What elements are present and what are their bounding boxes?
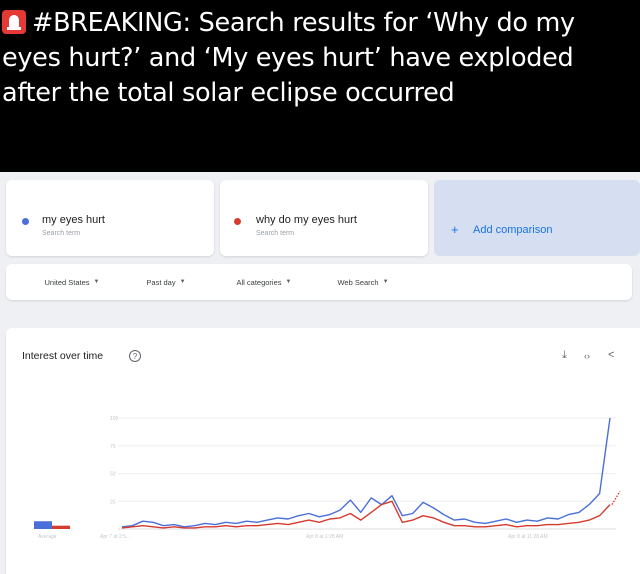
police-siren-icon <box>2 10 26 34</box>
series-line-1 <box>121 417 611 528</box>
y-tick-label: 75 <box>110 444 116 450</box>
interest-chart: 100 75 50 25 Average Apr 7 at 2:5... Apr 8 at … <box>34 416 621 540</box>
average-bar-1 <box>34 521 52 529</box>
x-tick-label: Apr 7 at 2:5... <box>100 534 130 540</box>
average-label: Average <box>38 534 57 540</box>
partial-data-tail <box>611 490 621 505</box>
y-tick-label: 100 <box>110 416 119 422</box>
trends-panel: my eyes hurt Search term why do my eyes … <box>0 172 640 574</box>
y-tick-label: 25 <box>110 499 116 505</box>
y-tick-label: 50 <box>110 472 116 478</box>
hashtag[interactable]: #BREAKING <box>32 8 183 38</box>
x-tick-label: Apr 8 at 1:28 AM <box>306 534 343 540</box>
average-bar-2 <box>52 525 70 529</box>
post-headline: #BREAKING: Search results for ‘Why do my… <box>2 6 638 111</box>
x-tick-label: Apr 8 at 11:28 AM <box>508 534 548 540</box>
